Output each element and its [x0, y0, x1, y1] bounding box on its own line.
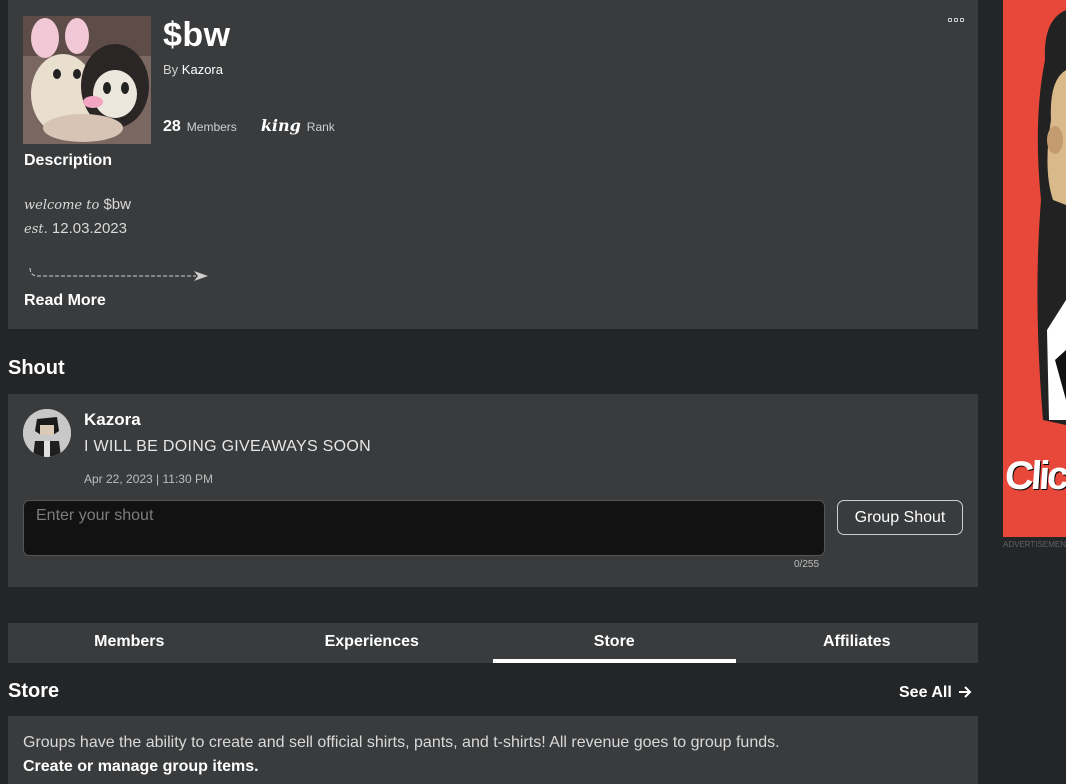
group-emblem-image	[23, 16, 151, 144]
manage-group-items-link[interactable]: Create or manage group items.	[23, 758, 259, 776]
group-owner: By Kazora	[163, 62, 223, 77]
tab-affiliates[interactable]: Affiliates	[736, 623, 979, 663]
description-line-1: welcome to $bw	[24, 196, 131, 213]
group-shout-button[interactable]: Group Shout	[837, 500, 963, 535]
advertisement-text: Click to	[1003, 454, 1066, 498]
shout-card: Kazora I WILL BE DOING GIVEAWAYS SOON Ap…	[8, 394, 978, 587]
see-all-link[interactable]: See All	[899, 684, 972, 702]
store-card: Groups have the ability to create and se…	[8, 716, 978, 784]
tab-experiences[interactable]: Experiences	[251, 623, 494, 663]
see-all-label: See All	[899, 684, 952, 701]
description-line-2-italic: est.	[24, 222, 48, 237]
dashed-arrow-icon	[29, 267, 208, 281]
avatar[interactable]	[23, 409, 71, 457]
shout-section-title: Shout	[8, 357, 65, 379]
shout-author[interactable]: Kazora	[84, 410, 141, 430]
group-name: $bw	[163, 16, 231, 54]
description-line-2: est. 12.03.2023	[24, 220, 127, 237]
members-label: Members	[186, 120, 237, 134]
read-more-link[interactable]: Read More	[24, 292, 106, 310]
shout-date: Apr 22, 2023 | 11:30 PM	[84, 472, 213, 486]
advertisement-label: ADVERTISEMENT	[1003, 540, 1066, 549]
description-line-2-rest: 12.03.2023	[47, 220, 127, 237]
advertisement-banner[interactable]: Click to	[1003, 0, 1066, 537]
description-line-1-rest: $bw	[99, 196, 131, 213]
owner-link[interactable]: Kazora	[182, 62, 223, 77]
owner-prefix: By	[163, 62, 179, 77]
rank-label: Rank	[306, 120, 335, 134]
description-title: Description	[24, 152, 113, 169]
tab-store[interactable]: Store	[493, 623, 736, 663]
group-stats: 28 Members king Rank	[163, 116, 335, 136]
rank-name: king	[260, 116, 301, 135]
member-count: 28	[163, 118, 181, 135]
tab-members[interactable]: Members	[8, 623, 251, 663]
group-header-card: $bw By Kazora 28 Members king Rank Descr…	[8, 0, 978, 329]
shout-input[interactable]	[23, 500, 825, 556]
more-options-icon[interactable]	[948, 14, 966, 26]
group-page: $bw By Kazora 28 Members king Rank Descr…	[0, 0, 1066, 784]
shout-text: I WILL BE DOING GIVEAWAYS SOON	[84, 438, 371, 455]
store-info-text: Groups have the ability to create and se…	[23, 734, 780, 751]
description-line-1-italic: welcome to	[24, 198, 100, 213]
group-tabs: Members Experiences Store Affiliates	[8, 623, 978, 663]
arrow-right-icon	[959, 686, 972, 698]
shout-char-count: 0/255	[794, 559, 820, 570]
store-section-title: Store	[8, 680, 60, 702]
